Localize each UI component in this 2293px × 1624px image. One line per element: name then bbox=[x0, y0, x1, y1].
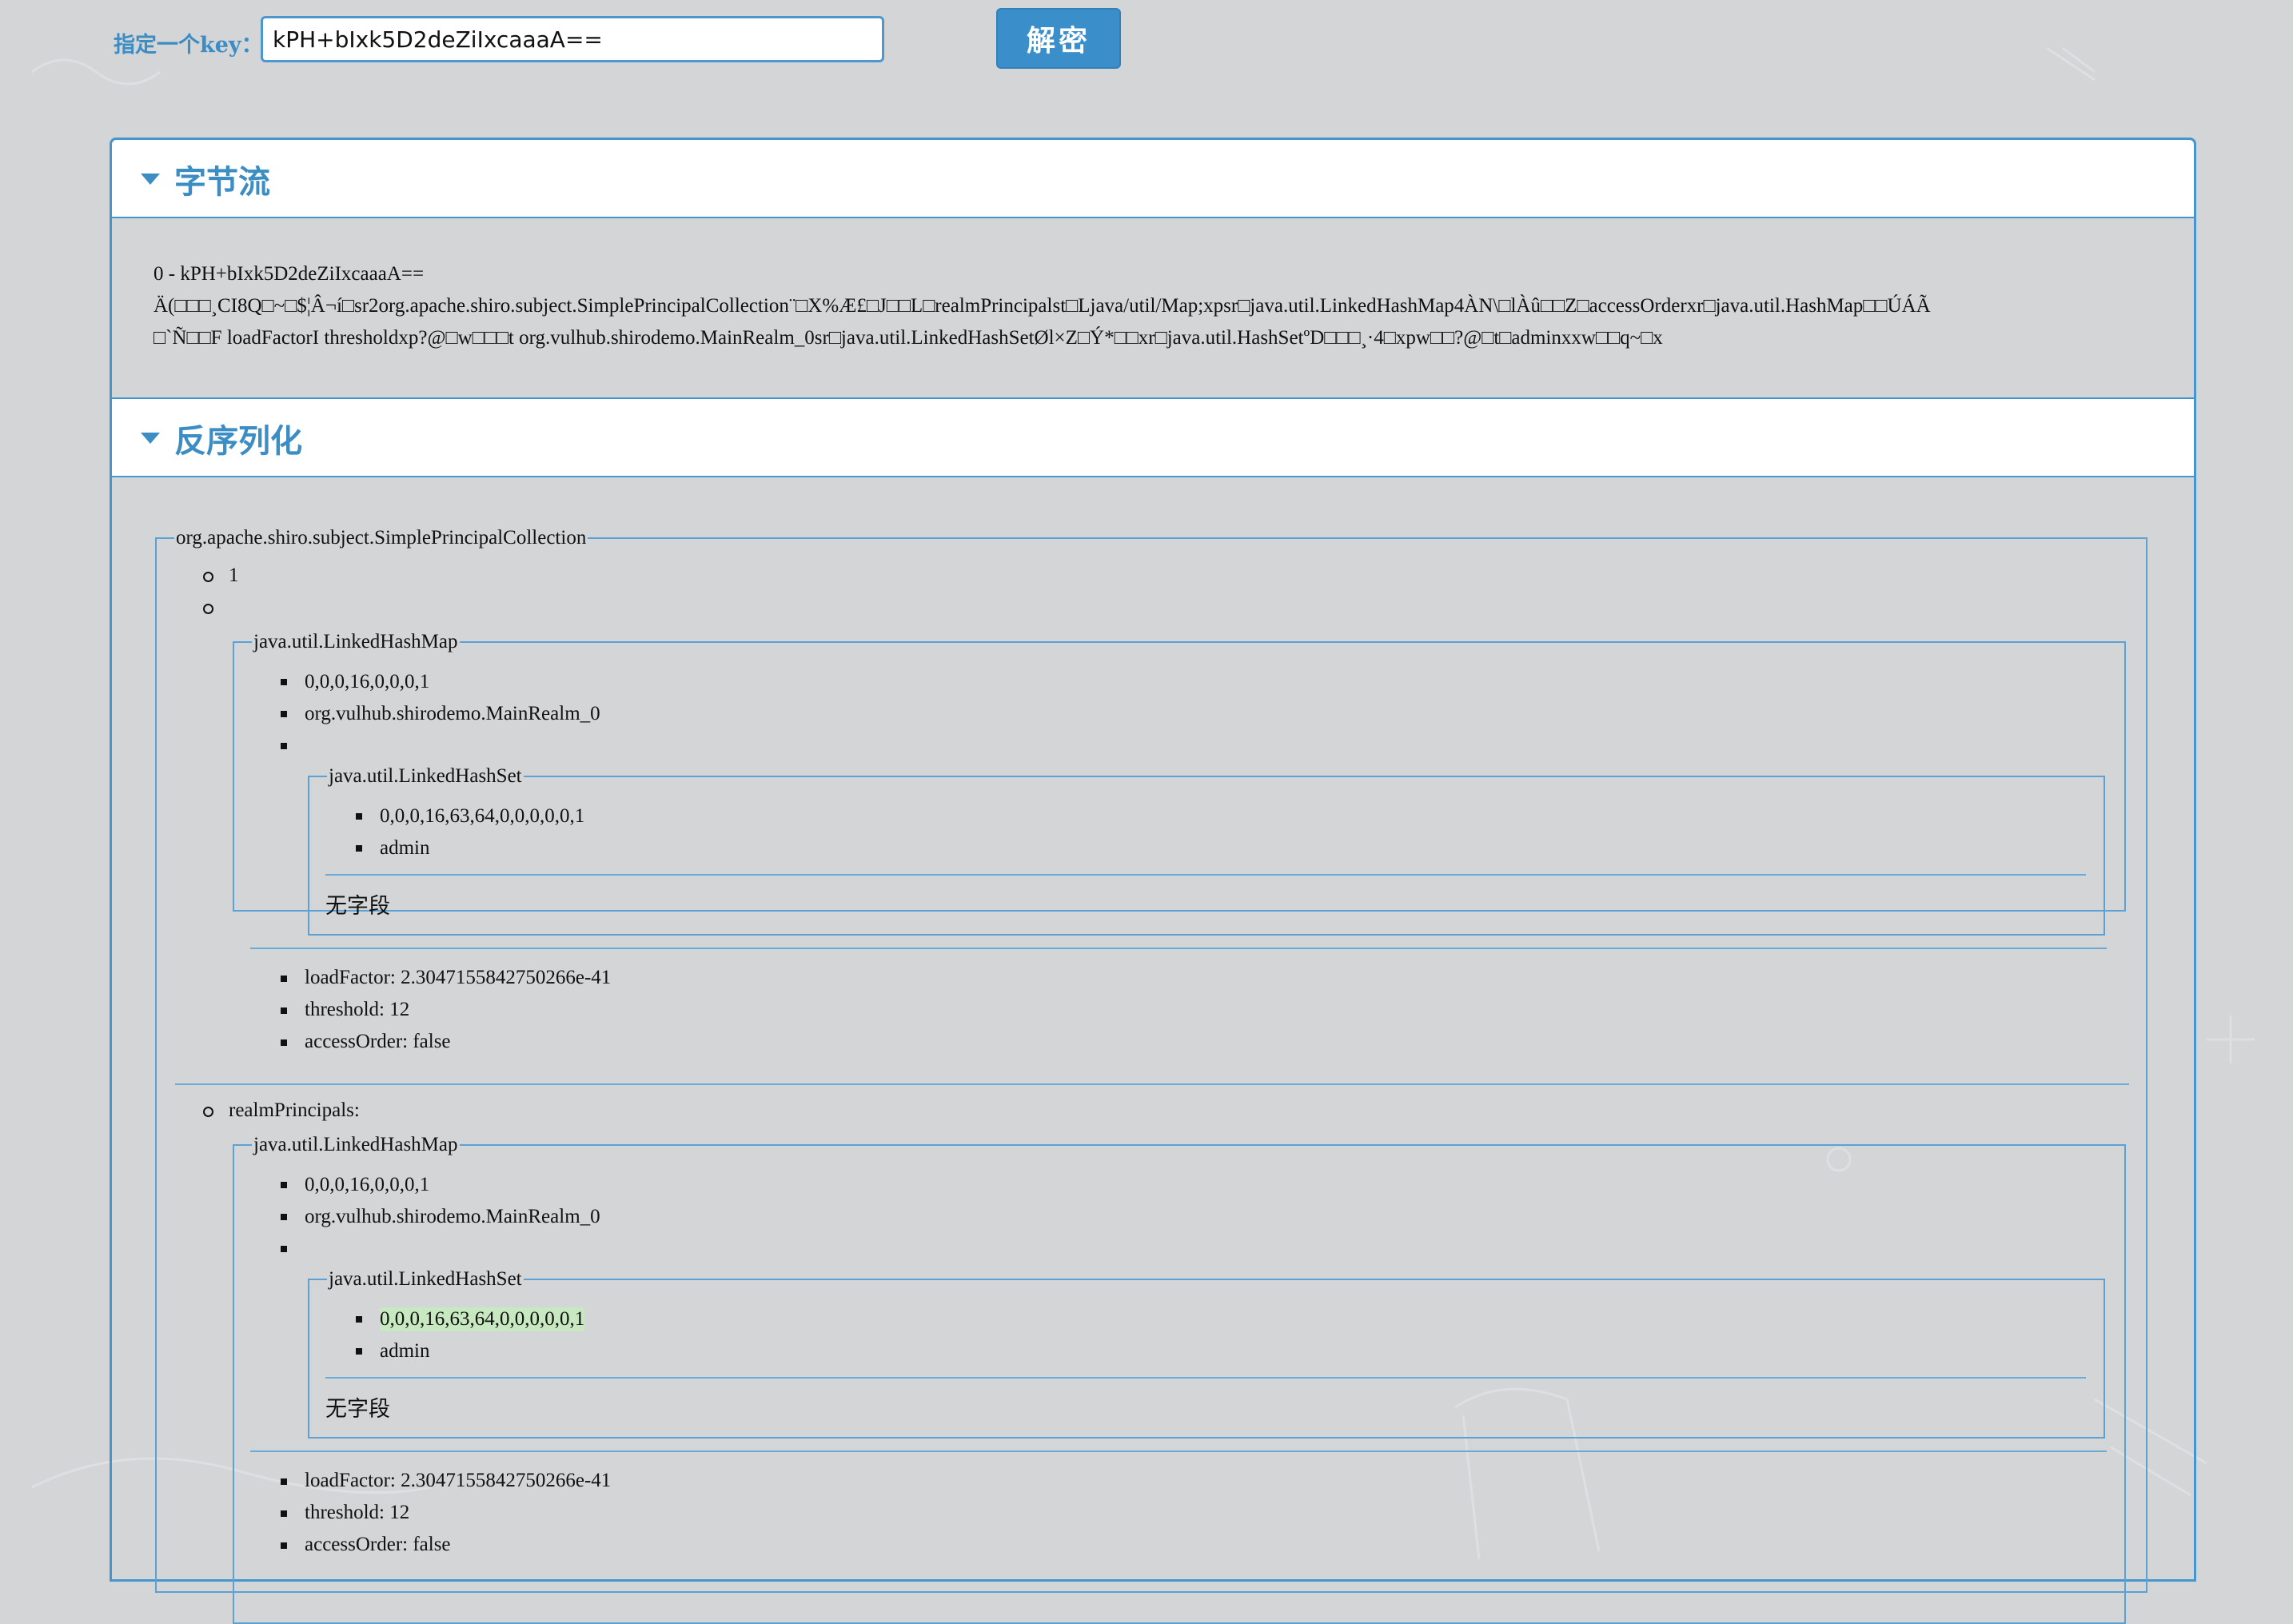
list-bullet bbox=[281, 1246, 287, 1252]
divider bbox=[250, 948, 2107, 949]
deserialize-section-title: 反序列化 bbox=[174, 423, 302, 460]
deserialize-section-header[interactable]: 反序列化 bbox=[112, 397, 2194, 477]
map-class-name: java.util.LinkedHashMap bbox=[252, 630, 460, 654]
list-bullet bbox=[281, 976, 287, 982]
list-bullet bbox=[281, 711, 287, 717]
list-item: 0,0,0,16,0,0,0,1 bbox=[305, 1174, 430, 1195]
root-class-name: org.apache.shiro.subject.SimplePrincipal… bbox=[174, 526, 588, 550]
bytes-section-header[interactable]: 字节流 bbox=[112, 140, 2194, 218]
realm-principals-label: realmPrincipals: bbox=[229, 1099, 360, 1121]
byte-stream-line: 0 - kPH+bIxk5D2deZiIxcaaaA== bbox=[154, 263, 425, 285]
linked-hashset-fieldset: java.util.LinkedHashSet bbox=[308, 1267, 2105, 1438]
divider bbox=[250, 1450, 2107, 1452]
list-item: threshold: 12 bbox=[305, 1502, 410, 1523]
list-item: org.vulhub.shirodemo.MainRealm_0 bbox=[305, 1206, 600, 1227]
list-bullet bbox=[281, 1182, 287, 1188]
linked-hashset-fieldset: java.util.LinkedHashSet bbox=[308, 764, 2105, 936]
list-item: loadFactor: 2.3047155842750266e-41 bbox=[305, 967, 612, 988]
divider bbox=[325, 874, 2086, 876]
list-item: org.vulhub.shirodemo.MainRealm_0 bbox=[305, 703, 600, 724]
byte-stream-content: 0 - kPH+bIxk5D2deZiIxcaaaA== Ä(□□□¸CI8Q□… bbox=[154, 258, 2152, 354]
key-input[interactable] bbox=[261, 16, 884, 62]
set-class-name: java.util.LinkedHashSet bbox=[327, 764, 524, 788]
list-item: admin bbox=[380, 1340, 430, 1362]
bytes-section-title: 字节流 bbox=[174, 164, 270, 201]
key-label: 指定一个key： bbox=[114, 33, 263, 58]
list-item-highlighted: 0,0,0,16,63,64,0,0,0,0,0,1 bbox=[380, 1307, 585, 1331]
list-bullet bbox=[281, 1008, 287, 1014]
list-bullet bbox=[203, 604, 213, 614]
byte-stream-line: Ä(□□□¸CI8Q□~□$¦Â¬í□sr2org.apache.shiro.s… bbox=[154, 295, 1931, 317]
list-bullet bbox=[203, 572, 213, 582]
list-bullet bbox=[281, 1542, 287, 1549]
list-item: accessOrder: false bbox=[305, 1031, 451, 1052]
list-item: admin bbox=[380, 837, 430, 859]
collapse-triangle-icon[interactable] bbox=[141, 174, 160, 185]
list-bullet bbox=[281, 743, 287, 749]
list-bullet bbox=[281, 1039, 287, 1046]
key-toolbar: 指定一个key： 解密 bbox=[0, 0, 2293, 80]
list-item: threshold: 12 bbox=[305, 999, 410, 1020]
list-bullet bbox=[356, 845, 362, 852]
list-item: 0,0,0,16,63,64,0,0,0,0,0,1 bbox=[380, 805, 585, 827]
result-panel: 字节流 0 - kPH+bIxk5D2deZiIxcaaaA== Ä(□□□¸C… bbox=[110, 138, 2196, 1624]
list-item: 0,0,0,16,0,0,0,1 bbox=[305, 671, 430, 692]
no-fields-label: 无字段 bbox=[325, 894, 390, 919]
decrypt-button[interactable]: 解密 bbox=[996, 8, 1121, 69]
list-item: accessOrder: false bbox=[305, 1534, 451, 1555]
set-class-name: java.util.LinkedHashSet bbox=[327, 1267, 524, 1291]
divider bbox=[175, 1083, 2129, 1085]
byte-stream-line: □`Ñ□□F loadFactorI thresholdxp?@□w□□□t o… bbox=[154, 327, 1663, 349]
no-fields-label: 无字段 bbox=[325, 1397, 390, 1422]
list-bullet bbox=[281, 1510, 287, 1517]
list-bullet bbox=[356, 813, 362, 820]
map-class-name: java.util.LinkedHashMap bbox=[252, 1133, 460, 1157]
list-bullet bbox=[281, 679, 287, 685]
list-bullet bbox=[356, 1348, 362, 1355]
list-bullet bbox=[203, 1107, 213, 1117]
list-item: 1 bbox=[229, 565, 239, 586]
list-bullet bbox=[356, 1316, 362, 1323]
list-bullet bbox=[281, 1214, 287, 1220]
list-bullet bbox=[281, 1478, 287, 1485]
list-item: loadFactor: 2.3047155842750266e-41 bbox=[305, 1470, 612, 1491]
divider bbox=[325, 1377, 2086, 1379]
collapse-triangle-icon[interactable] bbox=[141, 433, 160, 444]
